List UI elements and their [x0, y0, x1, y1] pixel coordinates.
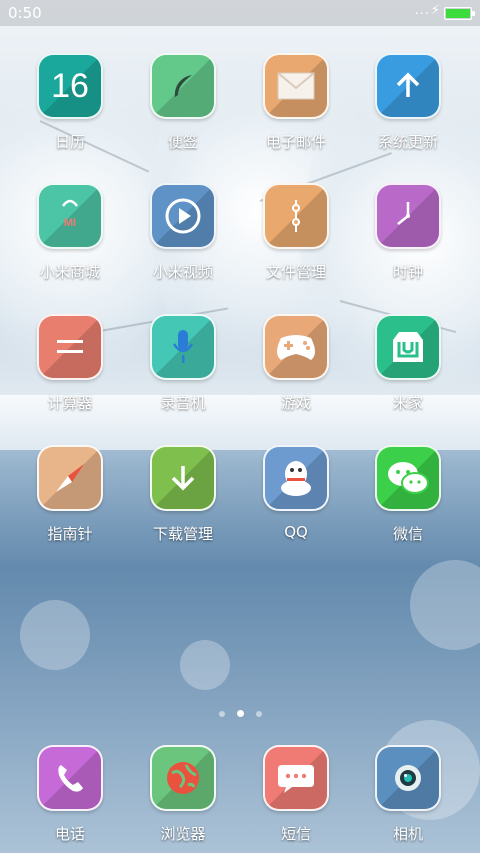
app-label: 电话 [54, 825, 85, 843]
apps-clock[interactable]: 时钟 [353, 183, 463, 282]
video-icon-glyph [152, 185, 214, 247]
signal-dots-icon: ... [414, 3, 430, 18]
app-label: 微信 [392, 525, 423, 543]
messages-icon[interactable] [263, 745, 329, 811]
charging-icon: ⚡ [430, 3, 440, 18]
dock-camera[interactable]: 相机 [353, 745, 463, 844]
phone-icon[interactable] [37, 745, 103, 811]
app-label: 小米商城 [39, 263, 100, 281]
update-icon[interactable] [375, 53, 441, 119]
notes-icon[interactable] [150, 53, 216, 119]
apps-video[interactable]: 小米视频 [128, 183, 238, 282]
app-label: 文件管理 [265, 263, 326, 281]
calculator-icon[interactable] [37, 314, 103, 380]
calendar-icon-glyph: 16 [51, 66, 89, 105]
apps-recorder[interactable]: 录音机 [128, 314, 238, 413]
apps-file-manager[interactable]: 文件管理 [241, 183, 351, 282]
app-label: 相机 [392, 825, 423, 843]
battery-fill [446, 9, 470, 18]
bokeh [20, 600, 90, 670]
recorder-icon-glyph [152, 316, 214, 378]
download-icon[interactable] [150, 445, 216, 511]
clock-icon-glyph [377, 185, 439, 247]
wechat-icon-glyph [377, 447, 439, 509]
apps-mail[interactable]: 电子邮件 [241, 53, 351, 152]
app-label: 计算器 [47, 394, 93, 412]
dock-browser[interactable]: 浏览器 [128, 745, 238, 844]
mi-store-icon-glyph: MI [39, 185, 101, 247]
file-manager-icon-glyph [265, 185, 327, 247]
video-icon[interactable] [150, 183, 216, 249]
app-label: 电子邮件 [265, 133, 326, 151]
bokeh [180, 640, 230, 690]
page-indicator [0, 702, 480, 721]
app-label: 时钟 [392, 263, 423, 281]
recorder-icon[interactable] [150, 314, 216, 380]
mail-icon[interactable] [263, 53, 329, 119]
camera-icon-glyph [377, 747, 439, 809]
camera-icon[interactable] [375, 745, 441, 811]
app-label: 录音机 [160, 394, 206, 412]
battery-icon [444, 7, 475, 20]
apps-mi-store[interactable]: MI 小米商城 [15, 183, 125, 282]
app-label: 系统更新 [377, 133, 438, 151]
app-label: 日历 [54, 133, 85, 151]
apps-compass[interactable]: 指南针 [15, 445, 125, 544]
mi-store-icon[interactable]: MI [37, 183, 103, 249]
apps-qq-penguin[interactable]: QQ [241, 445, 351, 541]
apps-notes[interactable]: 便签 [128, 53, 238, 152]
status-time: 0:50 [8, 4, 42, 22]
mail-icon-glyph [265, 55, 327, 117]
dock-messages[interactable]: 短信 [241, 745, 351, 844]
svg-text:MI: MI [64, 217, 76, 229]
compass-icon-glyph [39, 447, 101, 509]
calculator-icon-glyph [39, 316, 101, 378]
notes-icon-glyph [152, 55, 214, 117]
app-label: QQ [284, 523, 308, 541]
apps-calendar[interactable]: 16 日历 [15, 53, 125, 152]
dock-phone[interactable]: 电话 [15, 745, 125, 844]
calendar-icon[interactable]: 16 [37, 53, 103, 119]
qq-penguin-icon-glyph [265, 447, 327, 509]
app-label: 下载管理 [152, 525, 213, 543]
apps-download[interactable]: 下载管理 [128, 445, 238, 544]
wechat-icon[interactable] [375, 445, 441, 511]
gamepad-icon-glyph [265, 316, 327, 378]
download-icon-glyph [152, 447, 214, 509]
app-label: 便签 [167, 133, 198, 151]
mijia-icon-glyph [377, 316, 439, 378]
apps-update[interactable]: 系统更新 [353, 53, 463, 152]
browser-icon-glyph [152, 747, 214, 809]
apps-wechat[interactable]: 微信 [353, 445, 463, 544]
apps-mijia[interactable]: 米家 [353, 314, 463, 413]
app-label: 指南针 [47, 525, 93, 543]
qq-penguin-icon[interactable] [263, 445, 329, 511]
compass-icon[interactable] [37, 445, 103, 511]
app-label: 游戏 [280, 394, 311, 412]
page-dot[interactable] [218, 711, 225, 717]
app-label: 米家 [392, 394, 423, 412]
status-bar: 0:50 ... ⚡ [0, 0, 480, 26]
phone-icon-glyph [39, 747, 101, 809]
browser-icon[interactable] [150, 745, 216, 811]
app-label: 浏览器 [160, 825, 206, 843]
page-dot[interactable] [236, 710, 244, 717]
app-label: 短信 [280, 825, 311, 843]
apps-gamepad[interactable]: 游戏 [241, 314, 351, 413]
clock-icon[interactable] [375, 183, 441, 249]
gamepad-icon[interactable] [263, 314, 329, 380]
messages-icon-glyph [265, 747, 327, 809]
apps-calculator[interactable]: 计算器 [15, 314, 125, 413]
file-manager-icon[interactable] [263, 183, 329, 249]
update-icon-glyph [377, 55, 439, 117]
mijia-icon[interactable] [375, 314, 441, 380]
app-label: 小米视频 [152, 263, 213, 281]
page-dot[interactable] [255, 711, 262, 717]
